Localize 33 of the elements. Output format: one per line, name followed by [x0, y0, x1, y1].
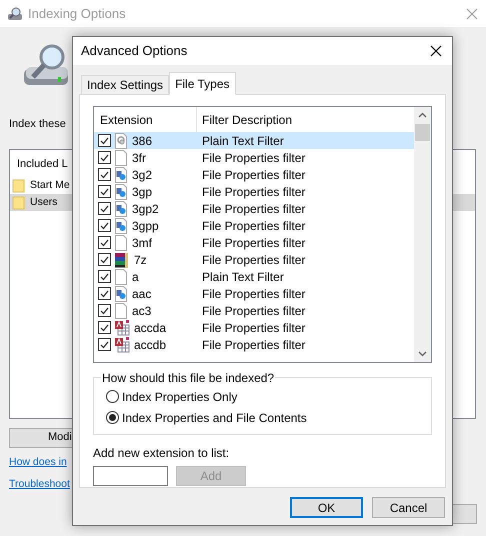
extension-cell-text: 3gp2: [132, 200, 159, 218]
extension-cell-text: 3mf: [132, 234, 152, 252]
window-title: Indexing Options: [28, 4, 126, 23]
extension-cell-text: 3gp: [132, 184, 152, 200]
location-name: Users: [30, 194, 58, 210]
filter-cell-text: File Properties filter: [201, 286, 306, 302]
filter-cell-text: File Properties filter: [201, 166, 306, 184]
dialog-title: Advanced Options: [81, 42, 188, 60]
filter-cell-text: File Properties filter: [201, 184, 306, 200]
filter-cell-text: File Properties filter: [201, 200, 306, 218]
list-header: Included L: [17, 156, 68, 172]
filter-cell-text: File Properties filter: [201, 234, 306, 252]
extension-cell-text: aac: [132, 286, 152, 302]
filter-cell-text: File Properties filter: [201, 252, 306, 268]
filter-cell-text: Plain Text Filter: [201, 132, 284, 150]
filter-cell-text: File Properties filter: [201, 320, 306, 336]
filter-cell-text: File Properties filter: [201, 302, 306, 320]
filter-cell-text: Plain Text Filter: [201, 268, 284, 286]
extension-cell-text: ac3: [132, 302, 152, 320]
extension-cell-text: 3fr: [132, 150, 146, 166]
extension-cell-text: 3gpp: [132, 218, 159, 234]
filter-cell-text: File Properties filter: [201, 336, 306, 354]
extension-cell-text: accdb: [134, 336, 166, 354]
extension-cell-text: 7z: [134, 252, 147, 268]
extension-cell-text: accda: [134, 320, 166, 336]
add-extension-label: Add new extension to list:: [93, 445, 230, 462]
extension-cell-text: a: [132, 268, 139, 286]
filter-cell-text: File Properties filter: [201, 150, 306, 166]
extension-cell-text: 3g2: [132, 166, 152, 184]
extension-cell-text: 386: [132, 132, 152, 150]
intro-text: Index these: [9, 117, 66, 132]
location-name: Start Me: [30, 178, 70, 193]
filter-cell-text: File Properties filter: [201, 218, 306, 234]
